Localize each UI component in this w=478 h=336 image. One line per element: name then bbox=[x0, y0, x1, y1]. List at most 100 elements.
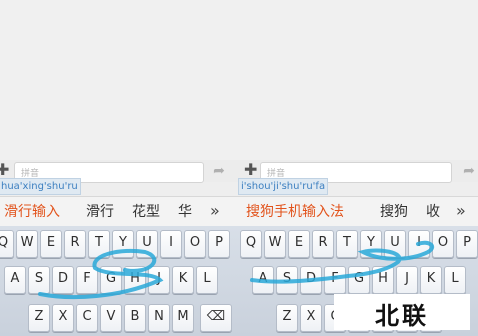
key-h[interactable]: H bbox=[124, 266, 146, 294]
key-f[interactable]: F bbox=[76, 266, 98, 294]
candidate-item[interactable]: 花型 bbox=[132, 201, 160, 223]
key-label: E bbox=[294, 235, 304, 250]
key-d[interactable]: D bbox=[300, 266, 322, 294]
key-label: K bbox=[178, 271, 188, 286]
key-o[interactable]: O bbox=[184, 230, 206, 258]
key-label: L bbox=[451, 271, 459, 286]
key-j[interactable]: J bbox=[396, 266, 418, 294]
key-n[interactable]: N bbox=[148, 304, 170, 332]
content-area bbox=[238, 0, 478, 160]
key-w[interactable]: W bbox=[264, 230, 286, 258]
key-label: W bbox=[268, 235, 282, 250]
key-j[interactable]: J bbox=[148, 266, 170, 294]
key-label: S bbox=[282, 271, 292, 286]
key-s[interactable]: S bbox=[276, 266, 298, 294]
plus-icon[interactable]: ✚ bbox=[0, 161, 10, 179]
key-i[interactable]: I bbox=[160, 230, 182, 258]
candidate-item[interactable]: 搜狗 bbox=[380, 201, 408, 223]
key-s[interactable]: S bbox=[28, 266, 50, 294]
send-arrow-icon[interactable]: ➦ bbox=[210, 162, 228, 180]
key-p[interactable]: P bbox=[456, 230, 478, 258]
key-r[interactable]: R bbox=[312, 230, 334, 258]
candidate-item[interactable]: 华 bbox=[178, 201, 192, 223]
key-g[interactable]: G bbox=[100, 266, 122, 294]
key-o[interactable]: O bbox=[432, 230, 454, 258]
key-k[interactable]: K bbox=[172, 266, 194, 294]
key-g[interactable]: G bbox=[348, 266, 370, 294]
key-label: A bbox=[258, 271, 268, 286]
pinyin-composition: hua'xing'shu'ru bbox=[0, 178, 81, 195]
key-label: O bbox=[437, 235, 449, 250]
key-label: Z bbox=[282, 309, 292, 324]
key-h[interactable]: H bbox=[372, 266, 394, 294]
key-label: U bbox=[390, 235, 400, 250]
key-f[interactable]: F bbox=[324, 266, 346, 294]
key-label: Q bbox=[245, 235, 257, 250]
key-label: Y bbox=[119, 235, 127, 250]
key-label: O bbox=[189, 235, 201, 250]
key-z[interactable]: Z bbox=[28, 304, 50, 332]
key-p[interactable]: P bbox=[208, 230, 230, 258]
key-i[interactable]: I bbox=[408, 230, 430, 258]
key-label: N bbox=[154, 309, 164, 324]
backspace-icon: ⌫ bbox=[206, 309, 226, 324]
key-label: K bbox=[426, 271, 436, 286]
key-x[interactable]: X bbox=[52, 304, 74, 332]
key-label: X bbox=[58, 309, 68, 324]
more-candidates-button[interactable]: » bbox=[210, 200, 220, 222]
key-q[interactable]: Q bbox=[0, 230, 14, 258]
key-r[interactable]: R bbox=[64, 230, 86, 258]
key-w[interactable]: W bbox=[16, 230, 38, 258]
key-c[interactable]: C bbox=[76, 304, 98, 332]
key-label: I bbox=[417, 235, 421, 250]
key-z[interactable]: Z bbox=[276, 304, 298, 332]
watermark-logo: 北联 bbox=[334, 294, 470, 330]
key-l[interactable]: L bbox=[196, 266, 218, 294]
candidate-bar: 滑行输入 滑行 花型 华 » bbox=[0, 196, 239, 228]
key-k[interactable]: K bbox=[420, 266, 442, 294]
key-t[interactable]: T bbox=[336, 230, 358, 258]
key-label: W bbox=[20, 235, 34, 250]
key-a[interactable]: A bbox=[252, 266, 274, 294]
key-label: G bbox=[353, 271, 365, 286]
key-d[interactable]: D bbox=[52, 266, 74, 294]
candidate-bar: 搜狗手机输入法 搜狗 收 » bbox=[238, 196, 478, 228]
plus-icon[interactable]: ✚ bbox=[244, 161, 258, 179]
key-label: G bbox=[105, 271, 117, 286]
key-m[interactable]: M bbox=[172, 304, 194, 332]
keyboard: Q W E R T Y U I O P A S D F G H J K L Z X C V B N M ⌫ bbox=[0, 226, 239, 336]
key-t[interactable]: T bbox=[88, 230, 110, 258]
key-label: Y bbox=[367, 235, 375, 250]
key-label: X bbox=[306, 309, 316, 324]
candidate-item[interactable]: 滑行 bbox=[86, 201, 114, 223]
key-label: R bbox=[318, 235, 328, 250]
key-q[interactable]: Q bbox=[240, 230, 262, 258]
send-arrow-icon[interactable]: ➦ bbox=[460, 162, 478, 180]
key-u[interactable]: U bbox=[136, 230, 158, 258]
key-label: Z bbox=[34, 309, 44, 324]
key-y[interactable]: Y bbox=[360, 230, 382, 258]
key-l[interactable]: L bbox=[444, 266, 466, 294]
key-e[interactable]: E bbox=[40, 230, 62, 258]
key-label: R bbox=[70, 235, 80, 250]
key-u[interactable]: U bbox=[384, 230, 406, 258]
more-candidates-button[interactable]: » bbox=[456, 200, 466, 222]
key-label: F bbox=[83, 271, 91, 286]
pinyin-composition: i'shou'ji'shu'ru'fa bbox=[238, 178, 329, 195]
key-label: B bbox=[130, 309, 140, 324]
key-x[interactable]: X bbox=[300, 304, 322, 332]
key-e[interactable]: E bbox=[288, 230, 310, 258]
backspace-key[interactable]: ⌫ bbox=[200, 304, 232, 332]
key-label: H bbox=[130, 271, 140, 286]
candidate-item[interactable]: 搜狗手机输入法 bbox=[246, 201, 344, 223]
content-area bbox=[0, 0, 239, 160]
key-label: T bbox=[343, 235, 351, 250]
key-b[interactable]: B bbox=[124, 304, 146, 332]
key-label: H bbox=[378, 271, 388, 286]
key-y[interactable]: Y bbox=[112, 230, 134, 258]
key-label: S bbox=[34, 271, 44, 286]
key-v[interactable]: V bbox=[100, 304, 122, 332]
candidate-item[interactable]: 滑行输入 bbox=[4, 201, 60, 223]
key-a[interactable]: A bbox=[4, 266, 26, 294]
candidate-item[interactable]: 收 bbox=[426, 201, 440, 223]
